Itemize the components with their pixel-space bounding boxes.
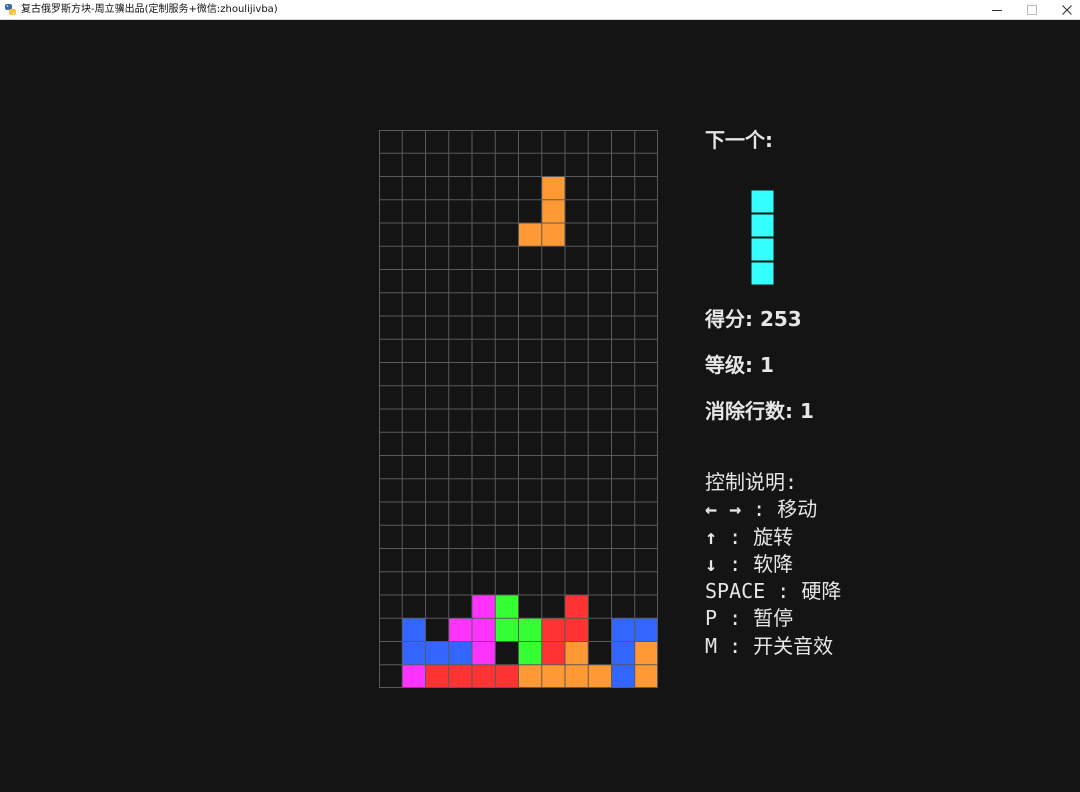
block-cell [402, 641, 426, 665]
next-piece-label: 下一个: [705, 128, 773, 152]
python-icon [5, 4, 16, 15]
lines-row: 消除行数: 1 [705, 398, 814, 424]
space-key: SPACE [705, 579, 766, 604]
next-piece-cell [751, 262, 774, 285]
minimize-icon [992, 10, 1002, 11]
pause-action: : 暂停 [717, 606, 794, 631]
block-cell [565, 641, 589, 665]
block-cell [448, 641, 472, 665]
close-icon [1062, 5, 1072, 15]
block-cell [472, 641, 496, 665]
left-right-arrow-keys: ← → [705, 497, 742, 522]
block-cell [634, 664, 658, 688]
block-cell [565, 618, 589, 642]
falling-piece-cell [518, 223, 542, 247]
level-label: 等级: [705, 353, 760, 377]
control-sound: M : 开关音效 [705, 633, 841, 660]
block-cell [495, 664, 519, 688]
lines-value: 1 [799, 399, 814, 423]
falling-piece-cell [541, 176, 565, 200]
block-cell [518, 641, 542, 665]
block-cell [448, 664, 472, 688]
block-cell [634, 641, 658, 665]
control-hard-drop: SPACE : 硬降 [705, 578, 841, 605]
move-action: : 移动 [741, 497, 818, 522]
block-cell [425, 641, 449, 665]
title-bar: 复古俄罗斯方块-周立骥出品(定制服务+微信:zhoulijivba) [0, 0, 1080, 20]
controls-title: 控制说明: [705, 470, 798, 494]
score-label: 得分: [705, 307, 760, 331]
block-cell [518, 618, 542, 642]
minimize-button[interactable] [980, 0, 1014, 20]
mute-key: M [705, 633, 718, 658]
next-piece-cell [751, 190, 774, 213]
hard-drop-action: : 硬降 [765, 579, 842, 604]
block-cell [611, 618, 635, 642]
block-cell [541, 664, 565, 688]
block-cell [472, 664, 496, 688]
block-cell [402, 664, 426, 688]
up-arrow-key: ↑ [705, 524, 718, 549]
maximize-icon [1027, 5, 1037, 15]
block-cell [541, 618, 565, 642]
block-cell [402, 618, 426, 642]
block-cell [495, 618, 519, 642]
rotate-action: : 旋转 [717, 524, 794, 549]
board-grid [379, 130, 658, 688]
i-tetromino-icon [751, 190, 774, 285]
block-cell [588, 664, 612, 688]
block-cell [425, 664, 449, 688]
block-cell [611, 664, 635, 688]
sound-toggle-action: : 开关音效 [717, 633, 834, 658]
block-cell [611, 641, 635, 665]
falling-piece-cell [541, 199, 565, 223]
window-title: 复古俄罗斯方块-周立骥出品(定制服务+微信:zhoulijivba) [21, 4, 278, 15]
falling-piece-cell [541, 223, 565, 247]
block-cell [634, 618, 658, 642]
maximize-button[interactable] [1015, 0, 1049, 20]
soft-drop-action: : 软降 [717, 551, 794, 576]
block-cell [518, 664, 542, 688]
block-cell [541, 641, 565, 665]
score-value: 253 [759, 307, 802, 331]
next-piece-cell [751, 214, 774, 237]
block-cell [472, 595, 496, 619]
down-arrow-key: ↓ [705, 551, 718, 576]
level-value: 1 [759, 353, 774, 377]
next-piece-cell [751, 238, 774, 261]
block-cell [565, 595, 589, 619]
score-row: 得分: 253 [705, 306, 802, 332]
block-cell [448, 618, 472, 642]
control-soft-drop: ↓ : 软降 [705, 551, 841, 578]
block-cell [565, 664, 589, 688]
control-rotate: ↑ : 旋转 [705, 524, 841, 551]
close-button[interactable] [1050, 0, 1080, 20]
block-cell [472, 618, 496, 642]
lines-label: 消除行数: [705, 399, 800, 423]
control-move: ← → : 移动 [705, 496, 841, 523]
pause-key: P [705, 606, 718, 631]
game-board [379, 130, 658, 688]
control-pause: P : 暂停 [705, 605, 841, 632]
level-row: 等级: 1 [705, 352, 774, 378]
block-cell [495, 595, 519, 619]
controls-help: 控制说明: ← → : 移动 ↑ : 旋转 ↓ : 软降 SPACE : 硬降 … [705, 469, 841, 660]
